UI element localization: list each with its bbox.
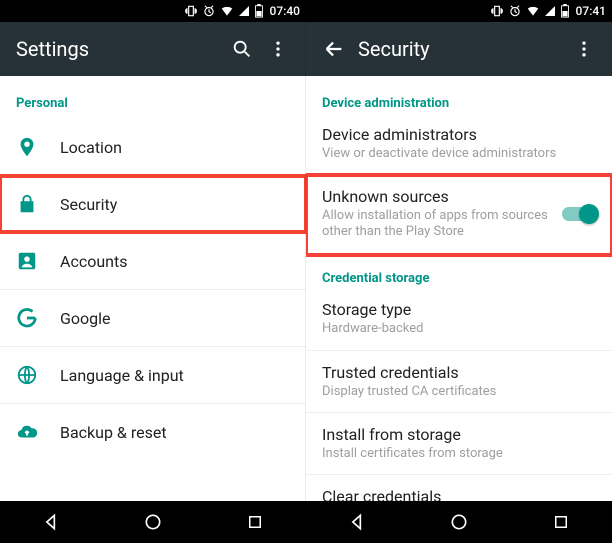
search-icon — [231, 38, 253, 60]
wifi-icon — [526, 4, 540, 18]
navigation-bar — [0, 501, 306, 543]
more-vert-icon — [268, 39, 288, 59]
account-icon — [16, 250, 60, 272]
list-item-label: Google — [60, 309, 290, 328]
app-bar: Settings — [0, 22, 306, 76]
search-button[interactable] — [224, 31, 260, 67]
nav-home-icon — [143, 512, 163, 532]
page-title: Security — [358, 37, 566, 61]
vibrate-icon — [490, 4, 504, 18]
google-icon — [16, 307, 60, 329]
list-item-sublabel: Hardware-backed — [322, 321, 596, 337]
list-item-language-input[interactable]: Language & input — [0, 347, 306, 403]
alarm-icon — [508, 4, 522, 18]
list-item-sublabel: Display trusted CA certificates — [322, 384, 596, 400]
list-item-label: Trusted credentials — [322, 363, 596, 382]
signal-icon — [544, 5, 556, 17]
list-item-label: Language & input — [60, 366, 290, 385]
nav-back-button[interactable] — [21, 512, 81, 532]
list-item-label: Backup & reset — [60, 423, 290, 442]
nav-home-button[interactable] — [123, 512, 183, 532]
list-item-label: Security — [60, 195, 290, 214]
list-item-label: Accounts — [60, 252, 290, 271]
list-item-label: Unknown sources — [322, 187, 556, 206]
battery-icon — [254, 4, 264, 18]
battery-icon — [560, 4, 570, 18]
list-item-unknown-sources[interactable]: Unknown sources Allow installation of ap… — [306, 175, 612, 255]
app-bar: Security — [306, 22, 612, 76]
page-title: Settings — [16, 37, 224, 61]
list-item-sublabel: Install certificates from storage — [322, 446, 596, 462]
list-item-sublabel: Allow installation of apps from sources … — [322, 208, 556, 241]
lock-icon — [16, 193, 60, 215]
status-time: 07:41 — [576, 4, 606, 18]
status-bar: 07:41 — [306, 0, 612, 22]
section-header-device-admin: Device administration — [306, 76, 612, 119]
overflow-menu-button[interactable] — [260, 31, 296, 67]
list-item-google[interactable]: Google — [0, 290, 306, 346]
more-vert-icon — [574, 39, 594, 59]
nav-home-button[interactable] — [429, 512, 489, 532]
arrow-back-icon — [323, 38, 345, 60]
list-item-label: Clear credentials — [322, 487, 596, 501]
location-pin-icon — [16, 136, 60, 158]
section-header-personal: Personal — [0, 76, 306, 119]
status-time: 07:40 — [270, 4, 300, 18]
list-item-device-administrators[interactable]: Device administrators View or deactivate… — [306, 119, 612, 175]
security-screen: 07:41 Security Device administration Dev… — [306, 0, 612, 543]
list-item-sublabel: View or deactivate device administrators — [322, 146, 596, 162]
signal-icon — [238, 5, 250, 17]
nav-home-icon — [449, 512, 469, 532]
alarm-icon — [202, 4, 216, 18]
nav-recent-button[interactable] — [225, 513, 285, 531]
list-item-storage-type[interactable]: Storage type Hardware-backed — [306, 294, 612, 350]
list-item-accounts[interactable]: Accounts — [0, 233, 306, 289]
navigation-bar — [306, 501, 612, 543]
list-item-location[interactable]: Location — [0, 119, 306, 175]
nav-recent-icon — [246, 513, 264, 531]
list-item-label: Storage type — [322, 300, 596, 319]
nav-back-icon — [347, 512, 367, 532]
unknown-sources-toggle[interactable] — [562, 207, 596, 221]
back-button[interactable] — [316, 31, 352, 67]
nav-back-button[interactable] — [327, 512, 387, 532]
overflow-menu-button[interactable] — [566, 31, 602, 67]
list-item-trusted-credentials[interactable]: Trusted credentials Display trusted CA c… — [306, 351, 612, 412]
security-list: Device administration Device administrat… — [306, 76, 612, 501]
nav-recent-icon — [552, 513, 570, 531]
nav-back-icon — [41, 512, 61, 532]
section-header-credential-storage: Credential storage — [306, 255, 612, 294]
cloud-upload-icon — [16, 421, 60, 443]
list-item-backup-reset[interactable]: Backup & reset — [0, 404, 306, 460]
settings-list: Personal Location Security Accounts — [0, 76, 306, 501]
list-item-clear-credentials[interactable]: Clear credentials — [306, 475, 612, 501]
list-item-label: Location — [60, 138, 290, 157]
list-item-security[interactable]: Security — [0, 176, 306, 232]
vibrate-icon — [184, 4, 198, 18]
globe-icon — [16, 364, 60, 386]
list-item-label: Install from storage — [322, 425, 596, 444]
list-item-install-from-storage[interactable]: Install from storage Install certificate… — [306, 413, 612, 474]
settings-screen: 07:40 Settings Personal Location — [0, 0, 306, 543]
list-item-label: Device administrators — [322, 125, 596, 144]
nav-recent-button[interactable] — [531, 513, 591, 531]
wifi-icon — [220, 4, 234, 18]
status-bar: 07:40 — [0, 0, 306, 22]
